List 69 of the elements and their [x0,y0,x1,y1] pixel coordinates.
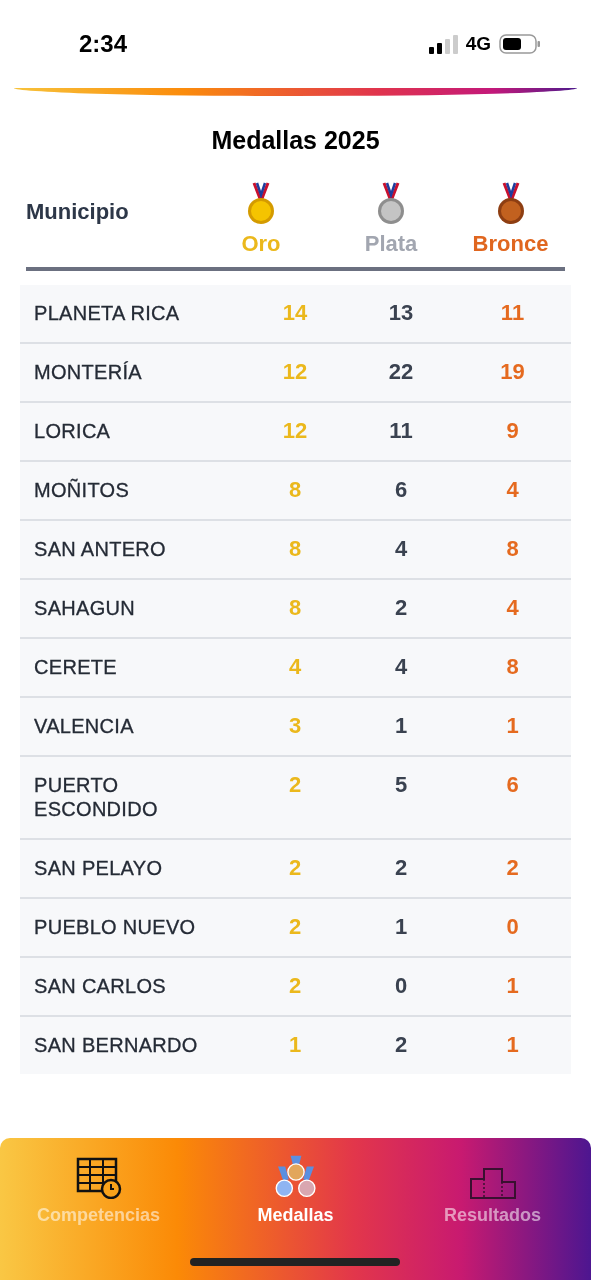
municipality-name: MONTERÍA [33,360,143,384]
medal-count: 4 [506,595,519,620]
column-header: Municipio [26,198,130,226]
medal-count: 2 [288,772,302,797]
calendar-clock-icon [75,1157,122,1199]
municipality-name: SAHAGUN [33,596,136,620]
medal-count: 1 [506,713,519,738]
medal-count: 4 [394,536,408,561]
medal-count: 4 [288,654,302,679]
municipality-name: PLANETA RICA [33,301,181,325]
medal-count: 6 [506,772,519,797]
home-indicator[interactable] [190,1258,400,1266]
municipality-name: SAN CARLOS [33,974,167,998]
medal-count: 4 [394,654,408,679]
medal-count: 1 [288,1032,302,1057]
column-header: Bronce [472,231,549,257]
municipality-name: SAN PELAYO [33,856,164,880]
signal-icon [428,34,458,54]
medal-count: 1 [394,713,408,738]
municipality-name: SAN BERNARDO [33,1033,199,1057]
medal-count: 5 [394,772,408,797]
medal-count: 1 [394,914,408,939]
tab[interactable]: Medallas [197,1154,394,1226]
medal-count: 2 [394,855,408,880]
medal-count: 9 [506,418,519,443]
municipality-name: SAN ANTERO [33,537,167,561]
network-label: 4G [465,33,491,55]
clock: 2:34 [79,30,128,58]
medal-count: 12 [282,418,308,443]
medal-count: 4 [506,477,519,502]
medal-count: 22 [388,359,414,384]
podium-icon [468,1165,517,1199]
medal-count: 0 [506,914,519,939]
municipality-name: VALENCIA [33,714,135,738]
medal-count: 8 [506,654,519,679]
medal-count: 14 [282,300,308,325]
medal-count: 6 [394,477,408,502]
municipality-name: LORICA [33,419,112,443]
battery-icon [499,34,541,54]
medal-count: 11 [389,418,413,443]
medal-count: 2 [288,914,302,939]
medal-count: 2 [394,1032,408,1057]
medal-count: 2 [506,855,519,880]
medal-count: 13 [388,300,414,325]
medal-icon [246,181,276,225]
medal-count: 1 [506,1032,519,1057]
medal-count: 8 [288,477,302,502]
column-header: Plata [364,231,418,257]
municipality-name: CERETE [33,655,118,679]
medal-count: 19 [500,359,525,384]
medal-count: 8 [288,595,302,620]
tab[interactable]: Resultados [394,1154,591,1226]
medal-count: 0 [394,973,408,998]
column-header: Oro [241,231,281,257]
medal-count: 12 [282,359,308,384]
medal-icon [376,181,406,225]
medal-count: 11 [500,300,525,325]
medal-count: 1 [506,973,519,998]
medal-count: 8 [288,536,302,561]
medal-count: 8 [506,536,519,561]
page-title: Medallas 2025 [210,126,381,155]
medal-icon [495,181,526,225]
municipality-name: MOÑITOS [33,478,131,502]
municipality-name: PUERTO ESCONDIDO [33,773,159,821]
medal-count: 2 [394,595,408,620]
municipality-name: PUEBLO NUEVO [33,915,197,939]
medal-count: 2 [288,855,302,880]
medal-count: 2 [288,973,302,998]
medal-count: 3 [288,713,302,738]
